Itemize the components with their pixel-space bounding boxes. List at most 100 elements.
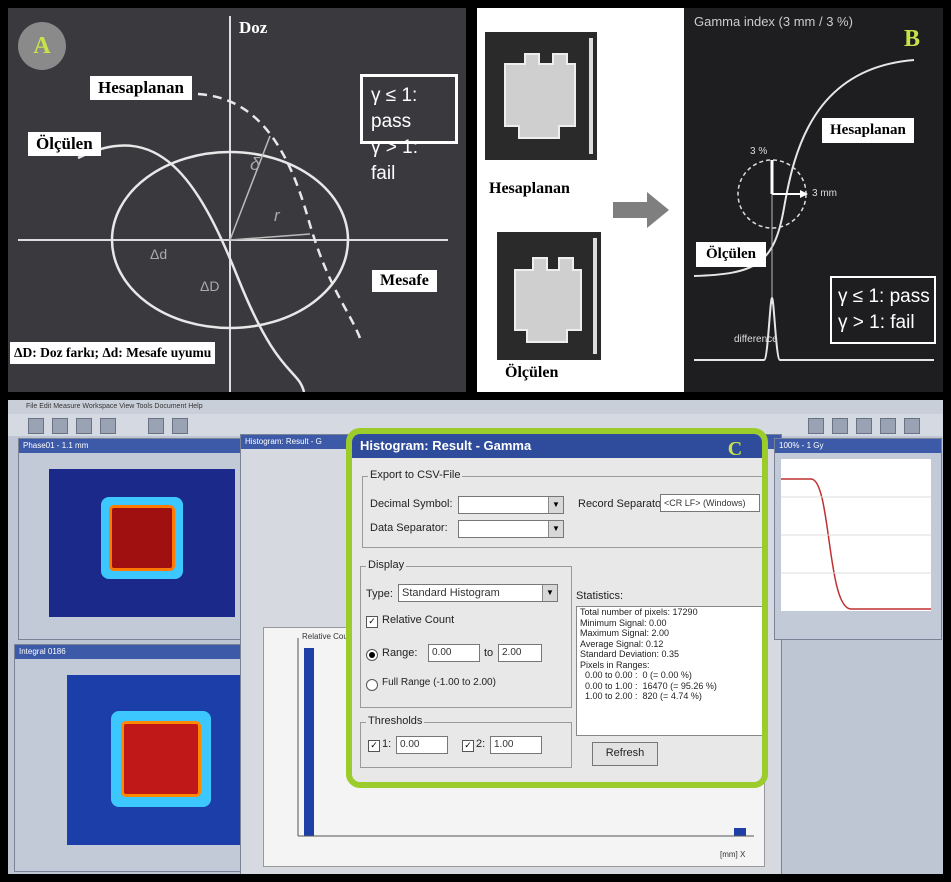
gamma-plot: Gamma index (3 mm / 3 %) 3 % 3 mm differ…: [684, 8, 943, 392]
range-from-field[interactable]: 0.00: [428, 644, 480, 662]
print-icon[interactable]: [100, 418, 116, 434]
menu-bar[interactable]: File Edit Measure Workspace View Tools D…: [8, 400, 943, 414]
dialog-title: Histogram: Result - Gamma: [352, 434, 762, 458]
panel-b-badge: B: [903, 26, 920, 52]
tool-icon-3[interactable]: [856, 418, 872, 434]
gamma-plot-title: Gamma index (3 mm / 3 %): [694, 14, 853, 29]
chevron-down-icon: ▼: [548, 521, 563, 537]
range-radio[interactable]: [366, 649, 378, 661]
chevron-down-icon: ▼: [548, 497, 563, 513]
panel-a-drawing: [18, 16, 448, 392]
stat-line: Pixels in Ranges:: [580, 659, 650, 670]
stat-line: 0.00 to 0.00 : 0 (= 0.00 %): [580, 670, 692, 680]
panel-a-badge: A: [18, 22, 66, 70]
arrow-icon: [613, 192, 669, 228]
DD-symbol: ΔD: [200, 278, 220, 294]
stat-line: 1.00 to 2.00 : 820 (= 4.74 %): [580, 691, 702, 701]
calculated-dose-image: [485, 32, 597, 160]
tool-icon-5[interactable]: [904, 418, 920, 434]
record-separator-field[interactable]: <CR LF> (Windows): [660, 494, 760, 512]
dose-map-window[interactable]: Phase01 - 1.1 mm: [18, 438, 252, 640]
panel-a-gamma-concept: A Doz Hesaplanan Ölçülen Mesafe γ ≤ 1: p…: [8, 8, 466, 392]
tool-icon-4[interactable]: [880, 418, 896, 434]
full-range-label: Full Range (-1.00 to 2.00): [382, 677, 496, 688]
calculated-label: Hesaplanan: [90, 76, 192, 100]
gamma-legend-fail: γ > 1: fail: [838, 312, 915, 333]
threshold2-label: 2:: [476, 738, 486, 750]
histogram-result-gamma-dialog: Histogram: Result - Gamma C Export to CS…: [346, 428, 768, 788]
save-icon[interactable]: [76, 418, 92, 434]
statistics-box: Total number of pixels: 17290 Minimum Si…: [576, 606, 762, 736]
threshold1-label: 1:: [382, 738, 392, 750]
footnote: ΔD: Doz farkı; Δd: Mesafe uyumu: [10, 342, 216, 364]
difference-label: difference: [734, 334, 778, 345]
threshold1-field[interactable]: 0.00: [396, 736, 448, 754]
measured-dose-image: [497, 232, 601, 360]
measured-image-label: Ölçülen: [505, 364, 559, 381]
panel-c-software-screenshot: File Edit Measure Workspace View Tools D…: [8, 400, 943, 874]
dose-axis-label: Doz: [239, 18, 268, 37]
stat-line: Standard Deviation: 0.35: [580, 649, 680, 659]
display-group-caption: Display: [366, 559, 407, 571]
dd-symbol: Δd: [150, 246, 168, 262]
profile-plot: [781, 459, 931, 611]
stat-line: 0.00 to 1.00 : 16470 (= 95.26 %): [580, 680, 717, 691]
threshold2-checkbox[interactable]: ✓: [462, 740, 474, 752]
range-to-field[interactable]: 2.00: [498, 644, 542, 662]
export-group-caption: Export to CSV-File: [368, 469, 463, 481]
zoom-icon[interactable]: [148, 418, 164, 434]
decimal-symbol-label: Decimal Symbol:: [370, 498, 453, 510]
record-separator-label: Record Separator:: [578, 498, 668, 510]
pass-fail-legend: γ ≤ 1: pass γ > 1: fail: [360, 74, 458, 184]
tool-icon-1[interactable]: [808, 418, 824, 434]
type-label: Type:: [366, 588, 393, 600]
legend-fail: γ > 1: fail: [371, 137, 418, 184]
measured-label: Ölçülen: [28, 132, 101, 156]
three-percent-label: 3 %: [750, 146, 768, 157]
integral-window[interactable]: Integral 0186: [14, 644, 266, 872]
gamma-legend-pass: γ ≤ 1: pass: [838, 286, 930, 307]
distance-axis-label: Mesafe: [372, 270, 437, 292]
calculated-dose-shape: [504, 38, 593, 154]
thresholds-group-caption: Thresholds: [366, 715, 425, 727]
decimal-symbol-select[interactable]: ▼: [458, 496, 564, 514]
refresh-button[interactable]: Refresh: [592, 742, 658, 766]
gamma-measured-label: Ölçülen: [696, 242, 767, 267]
type-select[interactable]: Standard Histogram ▼: [398, 584, 558, 602]
full-range-radio[interactable]: [366, 679, 378, 691]
profile-window[interactable]: 100% - 1 Gy: [774, 438, 942, 640]
stat-line: Average Signal: 0.12: [580, 638, 664, 649]
delta-symbol: δ: [250, 154, 261, 174]
panel-c-badge: C: [727, 438, 743, 460]
panel-b-gamma-example: Hesaplanan Ölçülen Gamma index (3 mm / 3…: [477, 8, 943, 392]
data-separator-select[interactable]: ▼: [458, 520, 564, 538]
open-icon[interactable]: [52, 418, 68, 434]
stat-line: Total number of pixels: 17290: [580, 607, 698, 617]
r-symbol: r: [274, 206, 280, 225]
three-mm-label: 3 mm: [812, 188, 837, 199]
dose-map-title: Phase01 - 1.1 mm: [19, 439, 251, 453]
type-value: Standard Histogram: [402, 587, 500, 599]
chevron-down-icon: ▼: [542, 585, 557, 601]
integral-title: Integral 0186: [15, 645, 265, 659]
threshold1-checkbox[interactable]: ✓: [368, 740, 380, 752]
data-separator-label: Data Separator:: [370, 522, 448, 534]
new-icon[interactable]: [28, 418, 44, 434]
measure-icon[interactable]: [172, 418, 188, 434]
integral-map-image: [67, 675, 255, 845]
range-label: Range:: [382, 647, 418, 659]
legend-pass: γ ≤ 1: pass: [371, 85, 418, 132]
gamma-calculated-label: Hesaplanan: [822, 118, 914, 143]
range-to-label: to: [484, 647, 494, 659]
relative-count-checkbox[interactable]: ✓: [366, 616, 378, 628]
measured-dose-shape: [514, 238, 597, 354]
tool-icon-2[interactable]: [832, 418, 848, 434]
gamma-pass-fail-legend: γ ≤ 1: pass γ > 1: fail: [830, 276, 936, 344]
dose-map-image: [49, 469, 235, 617]
histogram-xlabel: [mm] X: [720, 850, 746, 859]
calculated-image-label: Hesaplanan: [489, 180, 570, 197]
relative-count-label: Relative Count: [382, 614, 455, 626]
profile-title: 100% - 1 Gy: [775, 439, 941, 453]
threshold2-field[interactable]: 1.00: [490, 736, 542, 754]
profile-curve: [781, 478, 931, 610]
